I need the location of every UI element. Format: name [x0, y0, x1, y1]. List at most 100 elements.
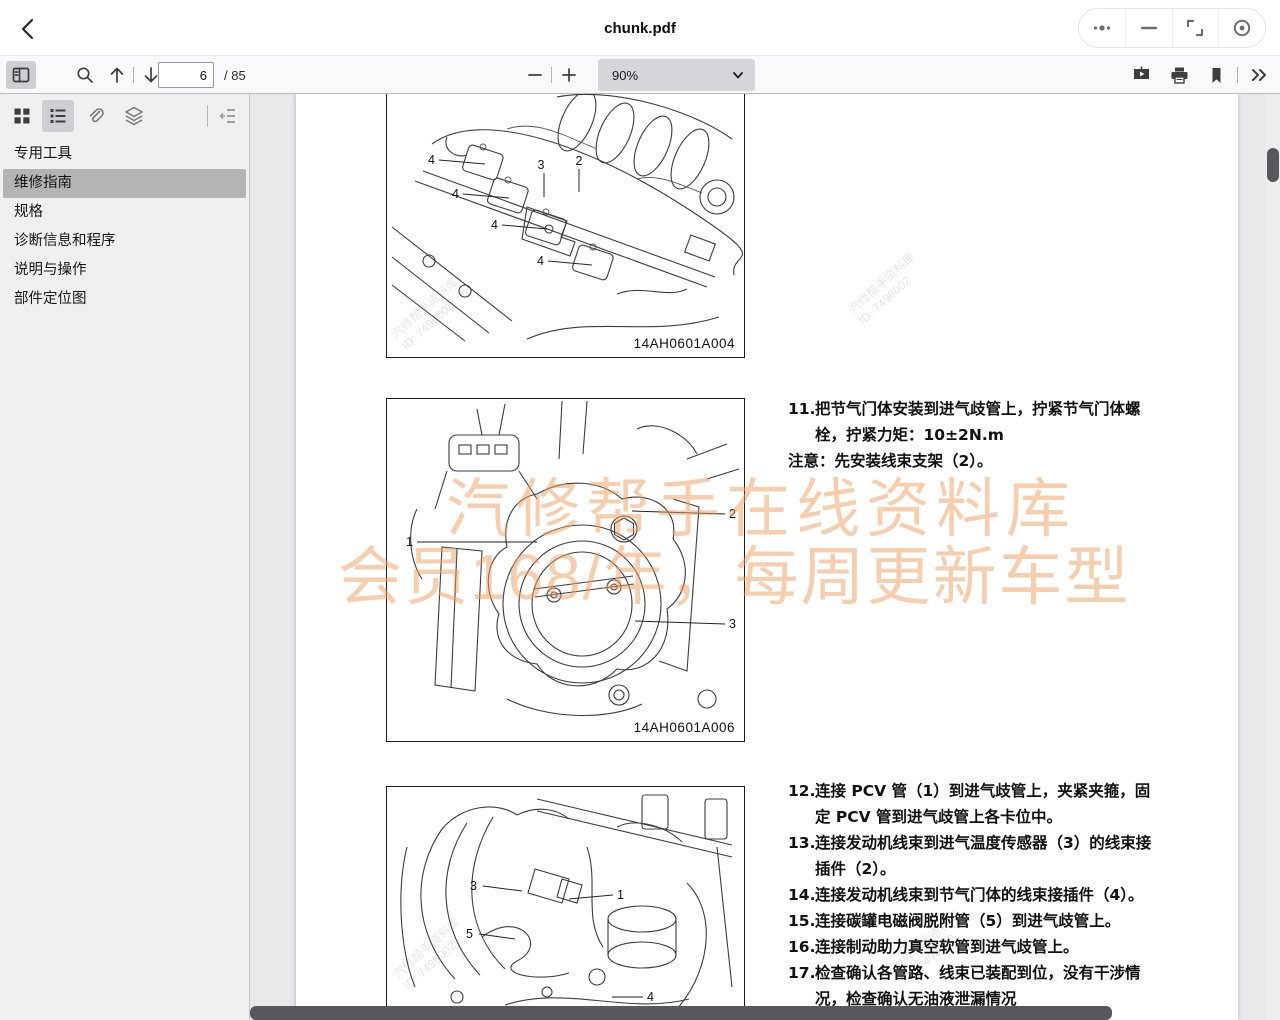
- id-stamp: 汽修帮手资料库ID: 7496002: [846, 250, 929, 329]
- callout-4: 4: [491, 218, 498, 232]
- page-number-input[interactable]: [158, 62, 214, 88]
- toggle-sidebar-button[interactable]: [6, 61, 36, 89]
- sidebar: 专用工具 维修指南 规格 诊断信息和程序 说明与操作 部件定位图: [0, 94, 250, 1020]
- toolbar-separator: [133, 67, 134, 83]
- attachments-icon: [86, 106, 106, 126]
- window-controls: [1078, 8, 1266, 48]
- step-number: 11.: [788, 396, 815, 422]
- thumbnails-view-button[interactable]: [6, 100, 38, 132]
- callout-3: 3: [538, 158, 545, 172]
- note-line: 注意：先安装线束支架（2）。: [788, 448, 1160, 474]
- step-text: 检查确认各管路、线束已装配到位，没有干涉情况，检查确认无油液泄漏情况: [815, 964, 1141, 1008]
- step-number: 12.: [788, 778, 815, 804]
- layers-view-button[interactable]: [118, 100, 150, 132]
- maximize-button[interactable]: [1173, 9, 1220, 47]
- instruction-steps-12-17: 12.连接 PCV 管（1）到进气歧管上，夹紧夹箍，固定 PCV 管到进气歧管上…: [788, 778, 1160, 1012]
- thumbnails-icon: [12, 106, 32, 126]
- double-chevron-icon: [1248, 64, 1270, 86]
- zoom-in-button[interactable]: [554, 61, 584, 89]
- minimize-icon: [1138, 17, 1160, 39]
- arrow-up-icon: [107, 65, 127, 85]
- attachments-view-button[interactable]: [80, 100, 112, 132]
- sidebar-item-repair-guide[interactable]: 维修指南: [3, 169, 246, 198]
- step-number: 13.: [788, 830, 815, 856]
- browser-titlebar: chunk.pdf: [0, 0, 1280, 56]
- note-text: 先安装线束支架（2）。: [835, 452, 993, 470]
- sidebar-item-component-location[interactable]: 部件定位图: [3, 285, 246, 314]
- step-number: 15.: [788, 908, 815, 934]
- instruction-step-11: 11. 把节气门体安装到进气歧管上，拧紧节气门体螺栓，拧紧力矩：10±2N.m …: [788, 396, 1160, 474]
- vertical-scrollbar[interactable]: [1267, 148, 1279, 182]
- toolbar-separator: [551, 67, 552, 83]
- sidebar-item-specifications[interactable]: 规格: [3, 198, 246, 227]
- outline-icon: [48, 106, 68, 126]
- document-outline: 专用工具 维修指南 规格 诊断信息和程序 说明与操作 部件定位图: [0, 140, 249, 314]
- figure-code: 14AH0601A004: [634, 336, 735, 351]
- current-outline-item-button[interactable]: [212, 100, 244, 132]
- figure-intake-manifold: 3 5 1 4: [386, 786, 745, 1020]
- callout-4: 4: [452, 187, 459, 201]
- printer-icon: [1169, 65, 1190, 86]
- figure-throttle-body: 1 2 3 14AH0601A006: [386, 398, 745, 742]
- close-button[interactable]: [1219, 9, 1265, 47]
- callout-2: 2: [576, 154, 583, 168]
- zoom-level-value: 90%: [612, 68, 731, 83]
- step-text: 连接发动机线束到节气门体的线束接插件（4）。: [815, 886, 1144, 904]
- sidebar-toggle-icon: [11, 65, 31, 85]
- callout-1: 1: [617, 888, 624, 902]
- bookmark-button[interactable]: [1201, 61, 1231, 89]
- callout-4: 4: [647, 990, 654, 1004]
- step-number: 17.: [788, 960, 815, 986]
- close-record-icon: [1231, 17, 1253, 39]
- callout-3: 3: [470, 879, 477, 893]
- callout-4: 4: [428, 153, 435, 167]
- layers-icon: [123, 105, 145, 127]
- chevron-down-icon: [731, 68, 745, 82]
- sidebar-item-special-tools[interactable]: 专用工具: [3, 140, 246, 169]
- note-label: 注意：: [788, 452, 835, 470]
- more-options-icon: [1091, 17, 1113, 39]
- vertical-scrollbar-track[interactable]: [1266, 94, 1280, 1020]
- sidebar-view-switcher: [0, 94, 249, 138]
- find-button[interactable]: [70, 61, 100, 89]
- step-text: 连接碳罐电磁阀脱附管（5）到进气歧管上。: [815, 912, 1120, 930]
- more-tools-button[interactable]: [1244, 61, 1274, 89]
- search-icon: [75, 65, 95, 85]
- step-number: 14.: [788, 882, 815, 908]
- maximize-icon: [1184, 17, 1206, 39]
- presentation-mode-button[interactable]: [1126, 61, 1156, 89]
- callout-1: 1: [406, 535, 413, 549]
- print-button[interactable]: [1164, 61, 1194, 89]
- bookmark-icon: [1206, 65, 1227, 86]
- callout-5: 5: [466, 927, 473, 941]
- current-outline-item-icon: [218, 106, 238, 126]
- callout-2: 2: [729, 507, 736, 521]
- figure-code: 14AH0601A006: [634, 720, 735, 735]
- page-count-label: / 85: [224, 56, 246, 94]
- minimize-button[interactable]: [1126, 9, 1173, 47]
- step-text: 连接制动助力真空软管到进气歧管上。: [815, 938, 1079, 956]
- zoom-out-button[interactable]: [520, 61, 550, 89]
- step-text: 把节气门体安装到进气歧管上，拧紧节气门体螺栓，拧紧力矩：10±2N.m: [815, 400, 1141, 444]
- sidebar-separator: [207, 105, 208, 127]
- zoom-level-select[interactable]: 90%: [598, 59, 755, 91]
- toolbar-separator: [1237, 67, 1238, 83]
- presentation-mode-icon: [1131, 65, 1152, 86]
- pdf-page: 4 4 4 4 3 2 14AH0601A004: [296, 94, 1238, 1020]
- sidebar-item-description-operation[interactable]: 说明与操作: [3, 256, 246, 285]
- callout-3: 3: [729, 617, 736, 631]
- sidebar-item-diagnostic-info[interactable]: 诊断信息和程序: [3, 227, 246, 256]
- minus-icon: [525, 65, 545, 85]
- step-text: 连接发动机线束到进气温度传感器（3）的线束接插件（2）。: [815, 834, 1151, 878]
- figure-ignition-coils: 4 4 4 4 3 2 14AH0601A004: [386, 94, 745, 358]
- plus-icon: [559, 65, 579, 85]
- more-options-button[interactable]: [1079, 9, 1126, 47]
- pdf-toolbar: / 85 90%: [0, 56, 1280, 94]
- pdf-viewer-area[interactable]: 4 4 4 4 3 2 14AH0601A004: [250, 94, 1280, 1020]
- step-number: 16.: [788, 934, 815, 960]
- outline-view-button[interactable]: [42, 100, 74, 132]
- previous-page-button[interactable]: [102, 61, 132, 89]
- callout-4: 4: [537, 254, 544, 268]
- step-text: 连接 PCV 管（1）到进气歧管上，夹紧夹箍，固定 PCV 管到进气歧管上各卡位…: [815, 782, 1150, 826]
- horizontal-scrollbar[interactable]: [250, 1006, 1112, 1020]
